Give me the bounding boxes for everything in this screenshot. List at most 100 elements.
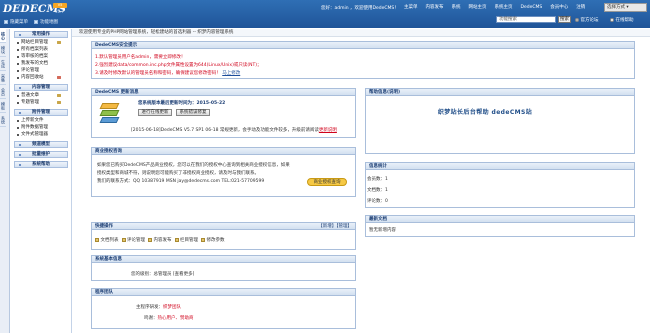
menu-item-site-columns[interactable]: 网站栏目管理	[11, 39, 71, 46]
nav-content-publish[interactable]: 内容发布	[422, 5, 448, 11]
stat-label: 会员数：	[367, 177, 385, 182]
add-icon[interactable]	[57, 100, 61, 104]
quick-comments[interactable]: 评论管理	[121, 237, 145, 243]
menu-item-special[interactable]: 专题管理	[11, 99, 71, 106]
header-bar: DEDECMS V5 v5.7 隐藏菜单 功能地图 您好：admin ，欢迎使用…	[0, 0, 650, 28]
menu-item-file-manager[interactable]: 文件式管理器	[11, 131, 71, 138]
tab-system[interactable]: 系统	[0, 113, 6, 127]
menu-item-all-archives[interactable]: 所有档案列表	[11, 46, 71, 53]
menu-item-label: 普通文章	[21, 93, 39, 98]
quick-params[interactable]: 修改参数	[201, 237, 225, 243]
quick-title-text: 快捷操作	[95, 224, 113, 229]
nav-system-home[interactable]: 系统主页	[491, 5, 517, 11]
hide-menu-toggle[interactable]: 隐藏菜单 功能地图	[4, 19, 58, 25]
hide-menu-icon	[4, 20, 8, 24]
security-line-3: 3.请及时修改默认的管理员名称和密码，确保建议您修改密码！ 马上修改	[95, 70, 240, 76]
top-nav: 主菜单 内容发布 系统 网站主页 系统主页 DedeCMS 会员中心 注销	[400, 5, 589, 11]
tab-member[interactable]: 会员	[0, 85, 6, 99]
menu-item-recycle-bin[interactable]: 内容回收站	[11, 74, 71, 81]
stat-members: 会员数：1	[367, 176, 388, 182]
menu-item-label: 网站栏目管理	[21, 40, 48, 45]
radio-online-help[interactable]: 在线帮助	[610, 17, 634, 23]
dedecms-logo[interactable]: DEDECMS V5 v5.7	[3, 3, 67, 18]
menu-group-channel-model[interactable]: 频道模型	[14, 141, 68, 148]
function-map-icon	[34, 20, 38, 24]
quick-columns[interactable]: 栏目管理	[174, 237, 198, 243]
menu-group-content[interactable]: 内容管理	[14, 84, 68, 91]
publish-icon	[148, 238, 152, 242]
stat-comments: 评论数：0	[367, 198, 388, 204]
tab-template[interactable]: 模板	[0, 99, 6, 113]
recent-empty: 暂无新增内容	[369, 228, 396, 233]
logo-badge: V5	[53, 3, 67, 8]
nav-dedecms[interactable]: DedeCMS	[517, 5, 547, 11]
sysinfo-label: 您的级别：	[131, 272, 154, 277]
menu-item-comments[interactable]: 评论管理	[11, 67, 71, 74]
nav-site-home[interactable]: 网站主页	[465, 5, 491, 11]
quick-actions: 文档列表 评论管理 内容发布 栏目管理 修改参数	[95, 237, 225, 243]
security-line-2: 2.强烈建议data/common.inc.php文件属性设置为644(Linu…	[95, 63, 262, 68]
add-icon[interactable]	[57, 93, 61, 97]
security-line-1: 1.默认管理员用户名admin，需要立即修改！	[95, 55, 186, 60]
search-button[interactable]: 搜索	[558, 16, 571, 23]
welcome-line: 欢迎使用专业的PHP网站管理系统，轻松建站的首选利器 -- 织梦内容管理系统	[72, 29, 650, 37]
quick-panel: 快捷操作 【新增】【管理】	[91, 222, 356, 250]
doc-icon	[95, 238, 99, 242]
commercial-query-button[interactable]: 商业授权查询	[307, 178, 347, 186]
repair-button[interactable]: 系统错误修复	[176, 109, 210, 116]
sysinfo-panel: 系统基本信息 您的级别：总管理员 [查看更多]	[91, 255, 356, 281]
recent-title: 最新文档	[366, 216, 634, 223]
online-update-button[interactable]: 进行在线更新	[138, 109, 172, 116]
team-row-2: 鸣谢：热心用户、赞助商	[144, 315, 194, 321]
quick-label: 评论管理	[127, 238, 145, 243]
menu-item-pending-archives[interactable]: 等审核的档案	[11, 53, 71, 60]
radio-official-forum[interactable]: 官方论坛	[575, 17, 599, 23]
menu-group-attachments[interactable]: 附件管理	[14, 109, 68, 116]
folder-icon	[174, 238, 179, 242]
add-icon[interactable]	[57, 40, 61, 44]
quick-label: 栏目管理	[180, 238, 198, 243]
update-title: DedeCMS 更新消息	[92, 89, 355, 96]
quick-title: 快捷操作 【新增】【管理】	[92, 223, 355, 230]
quick-doc-list[interactable]: 文档列表	[95, 237, 119, 243]
sysinfo-value: 总管理员 [查看更多]	[153, 272, 195, 277]
team-value-1[interactable]: 织梦团队	[163, 305, 181, 310]
quick-publish[interactable]: 内容发布	[148, 237, 172, 243]
stats-panel: 信息统计	[365, 162, 635, 208]
commercial-text-2: 授权类型和商城不符，则说明您可能购买了非授权商业授权，请及时与我们联系。	[97, 171, 259, 176]
help-panel: 帮助信息(说明)	[365, 88, 635, 154]
recycle-icon[interactable]	[57, 75, 61, 79]
menu-group-common[interactable]: 常用操作	[14, 31, 68, 38]
stat-value: 1	[385, 188, 388, 193]
tab-generate[interactable]: 生成	[0, 57, 6, 71]
nav-system[interactable]: 系统	[448, 5, 465, 11]
menu-group-help[interactable]: 系统帮助	[14, 161, 68, 168]
change-password-link[interactable]: 马上修改	[222, 71, 240, 76]
commercial-text-3: 我们的联系方式：QQ 10387919 MSN jay@dedecms.com …	[97, 179, 265, 184]
commercial-title: 商业授权咨询	[92, 148, 355, 155]
nav-logout[interactable]: 注销	[572, 5, 589, 11]
security-title: DedeCMS安全提示	[92, 42, 634, 49]
update-note-link[interactable]: 更新说明	[319, 128, 337, 133]
menu-item-article[interactable]: 普通文章	[11, 92, 71, 99]
nav-main-menu[interactable]: 主菜单	[400, 5, 422, 11]
quick-links[interactable]: 【新增】【管理】	[318, 223, 352, 230]
tab-modules[interactable]: 模块	[0, 43, 6, 57]
team-value-2[interactable]: 热心用户、赞助商	[158, 316, 194, 321]
logo-version: v5.7	[55, 9, 64, 14]
help-banner[interactable]: 织梦站长后台帮助 dedeCMS站	[410, 107, 560, 119]
function-map-label[interactable]: 功能地图	[40, 19, 58, 25]
tab-core[interactable]: 核心	[0, 29, 6, 43]
menu-item-my-documents[interactable]: 我发布的文档	[11, 60, 71, 67]
menu-item-attachment-data[interactable]: 附件数据管理	[11, 124, 71, 131]
function-search-input[interactable]: 功能搜索	[496, 16, 556, 23]
comment-icon	[121, 238, 126, 242]
stat-label: 评论数：	[367, 199, 385, 204]
menu-group-batch[interactable]: 批量维护	[14, 151, 68, 158]
team-panel: 程序团队 主程序研发：织梦团队 鸣谢：热心用户、赞助商	[91, 288, 356, 329]
menu-item-upload[interactable]: 上传新文件	[11, 117, 71, 124]
nav-member-center[interactable]: 会员中心	[546, 5, 572, 11]
tab-collect[interactable]: 采集	[0, 71, 6, 85]
style-select[interactable]: 选择方式 ▾	[604, 3, 647, 12]
update-note-text: [2015-06-18]DedeCMS V5.7 SP1 06-18 常规更新，…	[131, 128, 319, 133]
